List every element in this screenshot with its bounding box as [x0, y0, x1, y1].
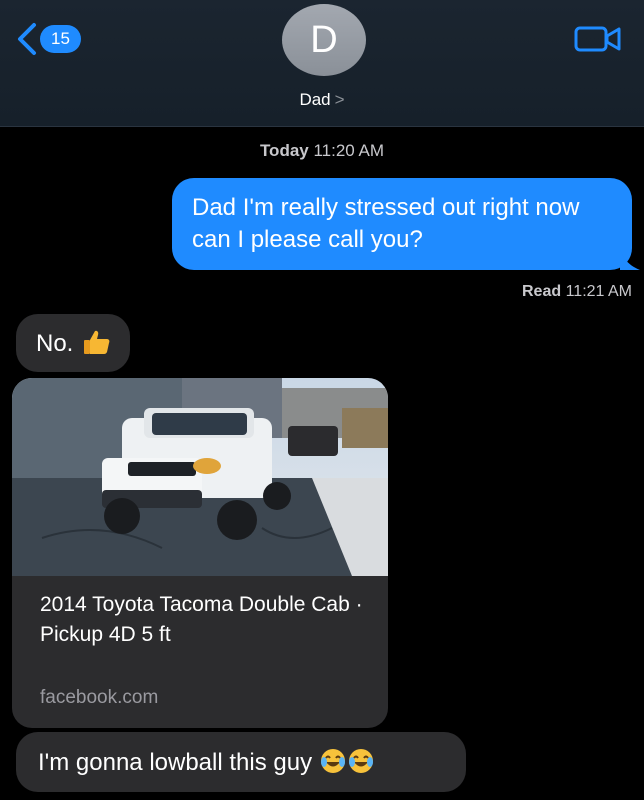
- read-time: 11:21 AM: [565, 283, 632, 300]
- link-preview-domain: facebook.com: [40, 687, 159, 708]
- bubble-tail: [620, 250, 640, 270]
- link-preview-card[interactable]: 2014 Toyota Tacoma Double Cab · Pickup 4…: [12, 378, 388, 728]
- contact-avatar[interactable]: D: [282, 4, 366, 76]
- link-preview-title: 2014 Toyota Tacoma Double Cab · Pickup 4…: [40, 593, 363, 646]
- incoming-message-text: No.: [36, 330, 74, 357]
- message-timestamp: Today 11:20 AM: [0, 141, 644, 161]
- read-receipt: Read 11:21 AM: [522, 283, 632, 301]
- crying-laughing-icon: [320, 749, 345, 773]
- back-button[interactable]: 15: [12, 22, 81, 56]
- thumbs-up-icon: [84, 330, 110, 354]
- outgoing-message-bubble[interactable]: Dad I'm really stressed out right now ca…: [172, 178, 640, 270]
- incoming-message-bubble[interactable]: No.: [16, 314, 131, 372]
- conversation-header: 15 D Dad >: [0, 0, 644, 127]
- timestamp-day: Today: [259, 141, 309, 160]
- crying-laughing-icon: [348, 749, 373, 773]
- contact-name-label: Dad: [299, 90, 331, 109]
- contact-name[interactable]: Dad >: [0, 90, 644, 110]
- unread-count-badge: 15: [40, 25, 81, 53]
- chevron-left-icon: [18, 23, 36, 55]
- video-call-icon[interactable]: [574, 22, 622, 56]
- timestamp-time: 11:20 AM: [313, 141, 385, 160]
- read-label: Read: [522, 283, 562, 300]
- truck-photo: [12, 378, 388, 576]
- incoming-message-bubble[interactable]: I'm gonna lowball this guy: [16, 732, 466, 792]
- chevron-right-icon: >: [334, 90, 345, 109]
- outgoing-message-text: Dad I'm really stressed out right now ca…: [192, 194, 580, 253]
- incoming-message-text: I'm gonna lowball this guy: [38, 749, 313, 776]
